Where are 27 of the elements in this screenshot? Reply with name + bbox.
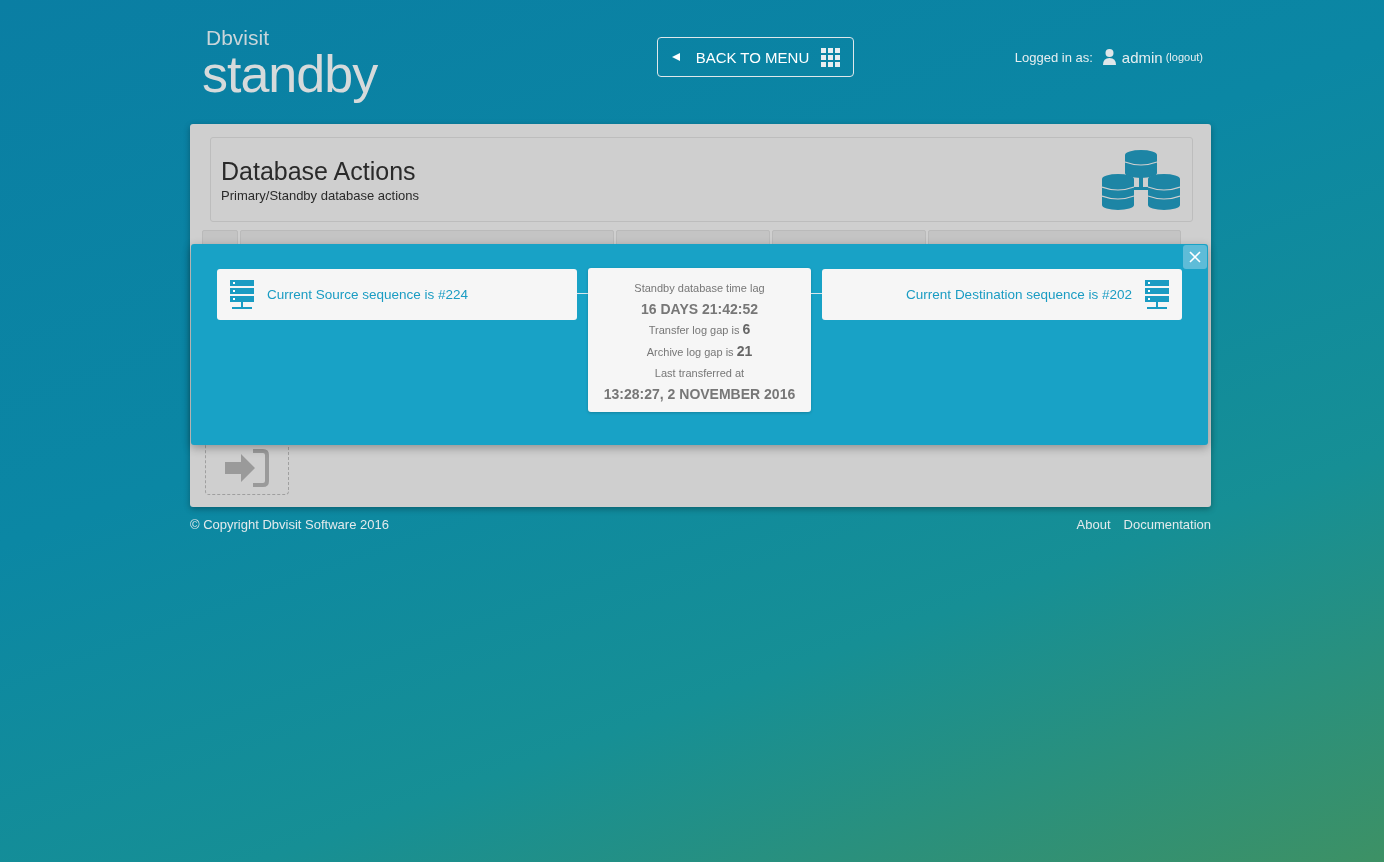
sign-in-arrow-icon [225,448,269,487]
close-button[interactable] [1183,245,1207,269]
destination-sequence-text: Current Destination sequence is #202 [906,287,1132,302]
lag-label: Last transferred at [653,366,746,381]
logo-brand-text: Dbvisit [205,27,270,49]
logged-in-label: Logged in as: [1014,49,1093,65]
caret-icon [671,53,680,61]
lag-label: Standby database time lag [633,281,766,296]
back-to-menu-button[interactable]: BACK TO MENU [657,37,855,77]
server-icon [1145,279,1169,310]
logout-link[interactable]: (logout) [1165,51,1203,63]
lag-value: 13:28:27, 2 NOVEMBER 2016 [602,385,797,404]
close-icon [1189,251,1201,263]
lag-value: 16 DAYS 21:42:52 [640,300,759,319]
page-subtitle: Primary/Standby database actions [221,187,419,203]
footer-link[interactable]: Documentation [1123,517,1211,532]
username-text: admin [1121,48,1163,66]
lag-label: Transfer log gap is 6 [647,320,752,339]
copyright-text: © Copyright Dbvisit Software 2016 [190,517,389,532]
server-icon [230,279,254,310]
source-sequence-text: Current Source sequence is #224 [267,287,469,302]
database-stack-icon [1102,148,1180,211]
lag-label: Archive log gap is 21 [645,342,754,361]
user-icon [1102,49,1116,65]
footer-link[interactable]: About [1076,517,1111,532]
page-title: Database Actions [221,156,417,186]
grid-icon [821,47,841,67]
